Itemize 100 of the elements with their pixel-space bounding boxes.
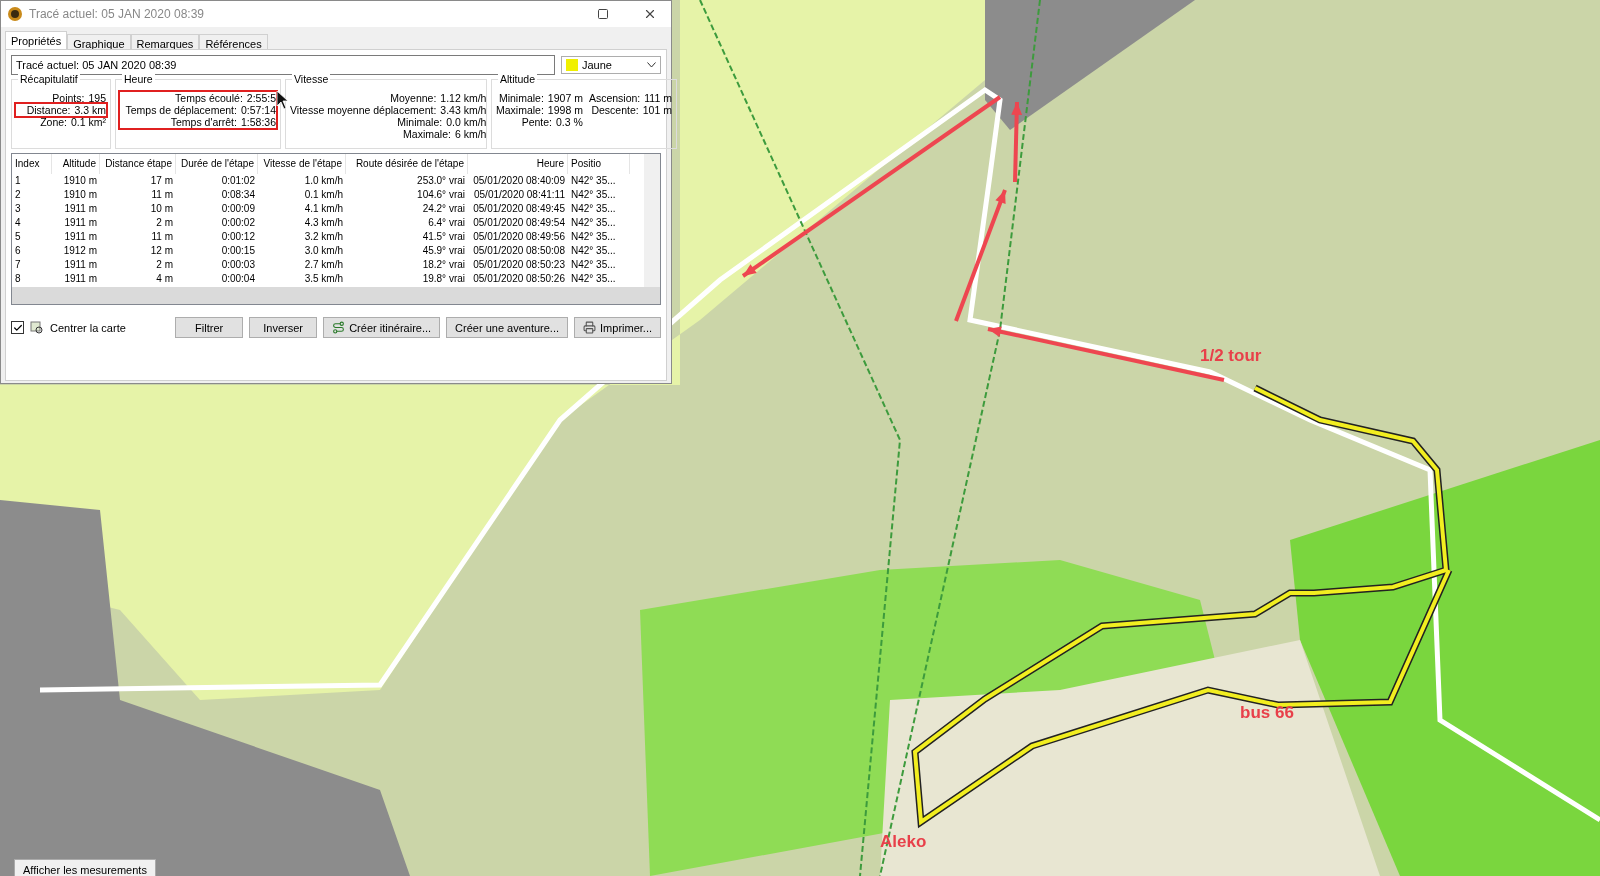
close-icon[interactable]	[643, 7, 657, 21]
dialog-button[interactable]: Créer itinéraire...	[323, 317, 441, 338]
column-header[interactable]: Heure	[468, 154, 568, 174]
tab[interactable]: Remarques	[130, 34, 200, 49]
app-logo-icon	[7, 6, 23, 22]
stat-label: Temps écoulé:	[175, 92, 243, 104]
horizontal-scrollbar[interactable]	[12, 287, 660, 304]
route-icon	[332, 321, 346, 334]
table-cell-text: 0:00:12	[220, 230, 256, 244]
stat-value: 0:57:14	[240, 104, 276, 116]
stat-label: Distance:	[26, 104, 71, 116]
stat-value: 0.0 km/h	[446, 116, 487, 128]
table-cell-text: 1910 m	[62, 174, 98, 188]
tab[interactable]: Propriétés	[5, 31, 68, 49]
stat-label: Moyenne:	[390, 92, 437, 104]
map-annotation: bus 66	[1240, 703, 1294, 723]
table-cell-text: 1911 m	[63, 202, 98, 216]
track-name-field[interactable]: Tracé actuel: 05 JAN 2020 08:39	[11, 55, 555, 75]
column-header[interactable]: Index	[12, 154, 52, 174]
column-header[interactable]: Durée de l'étape	[176, 154, 258, 174]
measure-button[interactable]: Afficher les mesurements	[14, 859, 156, 876]
stat-value: 1.12 km/h	[440, 92, 487, 104]
table-cell-text: 6	[14, 244, 22, 258]
table-cell-text: 05/01/2020 08:49:54	[472, 216, 566, 230]
table-cell-text: 0:00:02	[220, 216, 256, 230]
stat-value: 2:55:5	[246, 92, 276, 104]
stat-value: 111 m	[644, 92, 672, 104]
table-cell-text: 8	[14, 272, 22, 286]
table-cell-text: 3	[14, 202, 22, 216]
stat-value: 3.3 km	[74, 104, 106, 116]
map-annotation: 1/2 tour	[1200, 346, 1262, 366]
stat-label: Points:	[52, 92, 85, 104]
table-cell-text: 05/01/2020 08:41:11	[473, 188, 566, 202]
table-cell-text: N42° 35...	[570, 216, 617, 230]
group-title: Récapitulatif	[18, 73, 80, 85]
table-cell-text: 3.0 km/h	[303, 244, 344, 258]
column-header[interactable]: Altitude	[52, 154, 100, 174]
table-cell-text: 1911 m	[63, 216, 98, 230]
table-cell-text: 3.2 km/h	[303, 230, 344, 244]
table-cell-text: 05/01/2020 08:50:08	[472, 244, 566, 258]
column-header[interactable]: Route désirée de l'étape	[346, 154, 468, 174]
stat-value: 0.1 km²	[71, 116, 106, 128]
tab[interactable]: Graphique	[67, 34, 131, 49]
stat-value: 1998 m	[547, 104, 583, 116]
table-cell-text: 253.0° vrai	[416, 174, 466, 188]
table-cell-text: 0:00:15	[220, 244, 256, 258]
color-dropdown[interactable]: Jaune	[561, 56, 661, 74]
table-cell-text: 4 m	[155, 272, 174, 286]
mouse-cursor-icon	[276, 90, 290, 110]
stat-label: Ascension:	[588, 92, 641, 104]
table-cell-text: 1911 m	[63, 230, 98, 244]
stat-value: 101 m	[642, 104, 672, 116]
dialog-button[interactable]: Filtrer	[175, 317, 244, 338]
table-cell-text: 2 m	[155, 258, 174, 272]
table-cell-text: 10 m	[149, 202, 174, 216]
table-cell-text: 2.7 km/h	[303, 258, 344, 272]
group-title: Vitesse	[292, 73, 331, 85]
table-cell-text: 1911 m	[63, 258, 98, 272]
table-cell-text: 7	[14, 258, 22, 272]
table-cell-text: 0:00:09	[220, 202, 256, 216]
stat-label: Pente:	[521, 116, 553, 128]
stat-value: 0.3 %	[556, 116, 583, 128]
stat-label: Maximale:	[496, 104, 544, 116]
stat-label: Vitesse moyenne déplacement:	[290, 104, 437, 116]
checkbox[interactable]	[11, 321, 24, 334]
table-cell-text: 05/01/2020 08:40:09	[472, 174, 566, 188]
table-cell-text: 104.6° vrai	[416, 188, 466, 202]
table-cell-text: 1.0 km/h	[303, 174, 344, 188]
table-cell-text: 2 m	[155, 216, 174, 230]
table-cell-text: 1910 m	[62, 188, 98, 202]
table-cell-text: 24.2° vrai	[421, 202, 466, 216]
tab[interactable]: Références	[199, 34, 268, 49]
dialog-button[interactable]: Créer une aventure...	[446, 317, 569, 338]
stat-label: Minimale:	[397, 116, 443, 128]
column-header[interactable]: Positio	[568, 154, 630, 174]
window-title: Tracé actuel: 05 JAN 2020 08:39	[29, 7, 205, 21]
table-cell-text: 2	[14, 188, 22, 202]
column-header[interactable]: Distance étape	[100, 154, 176, 174]
stat-label: Minimale:	[498, 92, 544, 104]
table-cell-text: 05/01/2020 08:50:26	[472, 272, 566, 286]
stat-value: 3.43 km/h	[440, 104, 487, 116]
dialog-button[interactable]: Inverser	[249, 317, 318, 338]
table-cell-text: N42° 35...	[570, 188, 617, 202]
table-cell-text: 4	[14, 216, 22, 230]
table-cell-text: N42° 35...	[570, 272, 617, 286]
table-cell-text: 05/01/2020 08:50:23	[472, 258, 566, 272]
table-cell-text: 3.5 km/h	[303, 272, 344, 286]
table-cell-text: 41.5° vrai	[421, 230, 466, 244]
stat-label: Maximale:	[403, 128, 451, 140]
column-header[interactable]: Vitesse de l'étape	[258, 154, 346, 174]
stat-label: Temps d'arrêt:	[170, 116, 237, 128]
dialog-button[interactable]: Imprimer...	[574, 317, 661, 338]
table-cell-text: 11 m	[150, 230, 174, 244]
map-magnifier-icon	[30, 320, 44, 335]
printer-icon	[583, 321, 597, 334]
maximize-icon[interactable]	[597, 8, 609, 20]
vertical-scrollbar[interactable]	[644, 154, 660, 287]
stat-label: Temps de déplacement:	[125, 104, 237, 116]
table-cell-text: 0:00:03	[220, 258, 256, 272]
table-cell-text: 4.3 km/h	[303, 216, 344, 230]
